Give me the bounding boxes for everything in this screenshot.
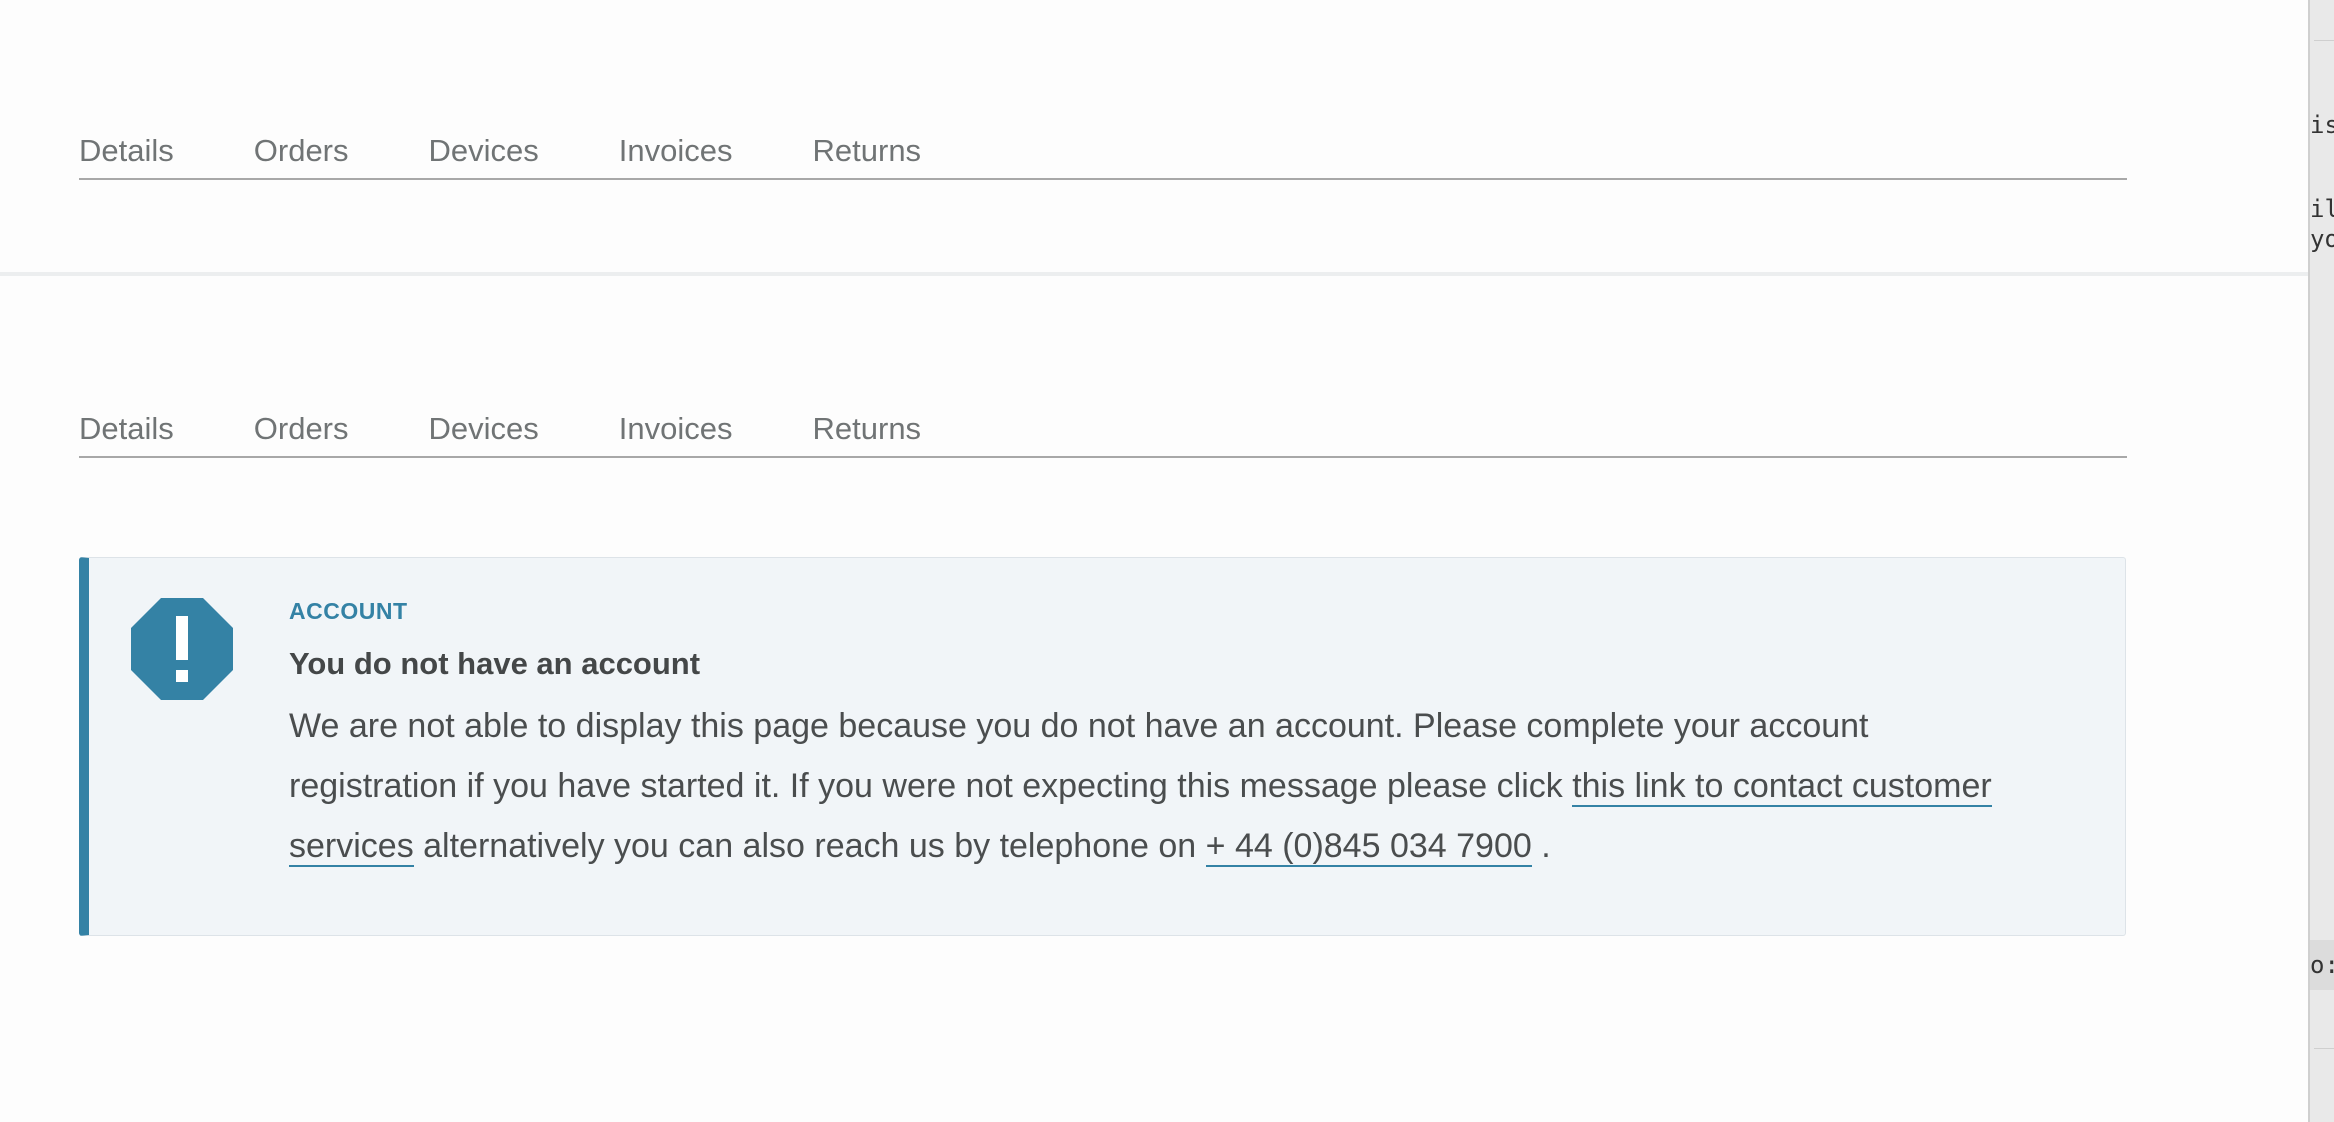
tab-devices[interactable]: Devices bbox=[429, 130, 539, 172]
main-content: Details Orders Devices Invoices Returns … bbox=[0, 0, 2308, 1122]
page: Details Orders Devices Invoices Returns … bbox=[0, 0, 2334, 1122]
tab-orders[interactable]: Orders bbox=[254, 408, 349, 450]
tab-returns[interactable]: Returns bbox=[813, 408, 922, 450]
account-tabs-top: Details Orders Devices Invoices Returns bbox=[79, 130, 2127, 180]
side-text-fragment: ist bbox=[2310, 111, 2334, 139]
alert-text-part2: alternatively you can also reach us by t… bbox=[413, 827, 1206, 865]
side-text-fragment: o: bbox=[2310, 951, 2334, 979]
tab-details[interactable]: Details bbox=[79, 408, 174, 450]
tab-orders[interactable]: Orders bbox=[254, 130, 349, 172]
side-status-strip: o: bbox=[2310, 940, 2334, 990]
alert-content: ACCOUNT You do not have an account We ar… bbox=[289, 596, 2109, 876]
account-tabs: Details Orders Devices Invoices Returns bbox=[79, 408, 2127, 458]
side-panel: ist ill yo o: bbox=[2308, 0, 2334, 1122]
tab-invoices[interactable]: Invoices bbox=[619, 130, 733, 172]
side-text-fragment: yo bbox=[2310, 225, 2334, 253]
side-text-fragment: ill bbox=[2310, 195, 2334, 223]
tab-details[interactable]: Details bbox=[79, 130, 174, 172]
side-divider bbox=[2314, 1048, 2334, 1049]
alert-label: ACCOUNT bbox=[289, 598, 408, 624]
tab-invoices[interactable]: Invoices bbox=[619, 408, 733, 450]
account-alert: ACCOUNT You do not have an account We ar… bbox=[79, 557, 2126, 936]
exclamation-octagon-icon bbox=[131, 598, 233, 700]
alert-message: We are not able to display this page bec… bbox=[289, 696, 2039, 876]
alert-text-part3: . bbox=[1531, 827, 1551, 865]
tab-devices[interactable]: Devices bbox=[429, 408, 539, 450]
tab-returns[interactable]: Returns bbox=[813, 130, 922, 172]
alert-title: You do not have an account bbox=[289, 646, 701, 681]
section-divider bbox=[0, 272, 2308, 276]
telephone-link[interactable]: + 44 (0)845 034 7900 bbox=[1205, 827, 1532, 867]
side-divider bbox=[2314, 40, 2334, 41]
